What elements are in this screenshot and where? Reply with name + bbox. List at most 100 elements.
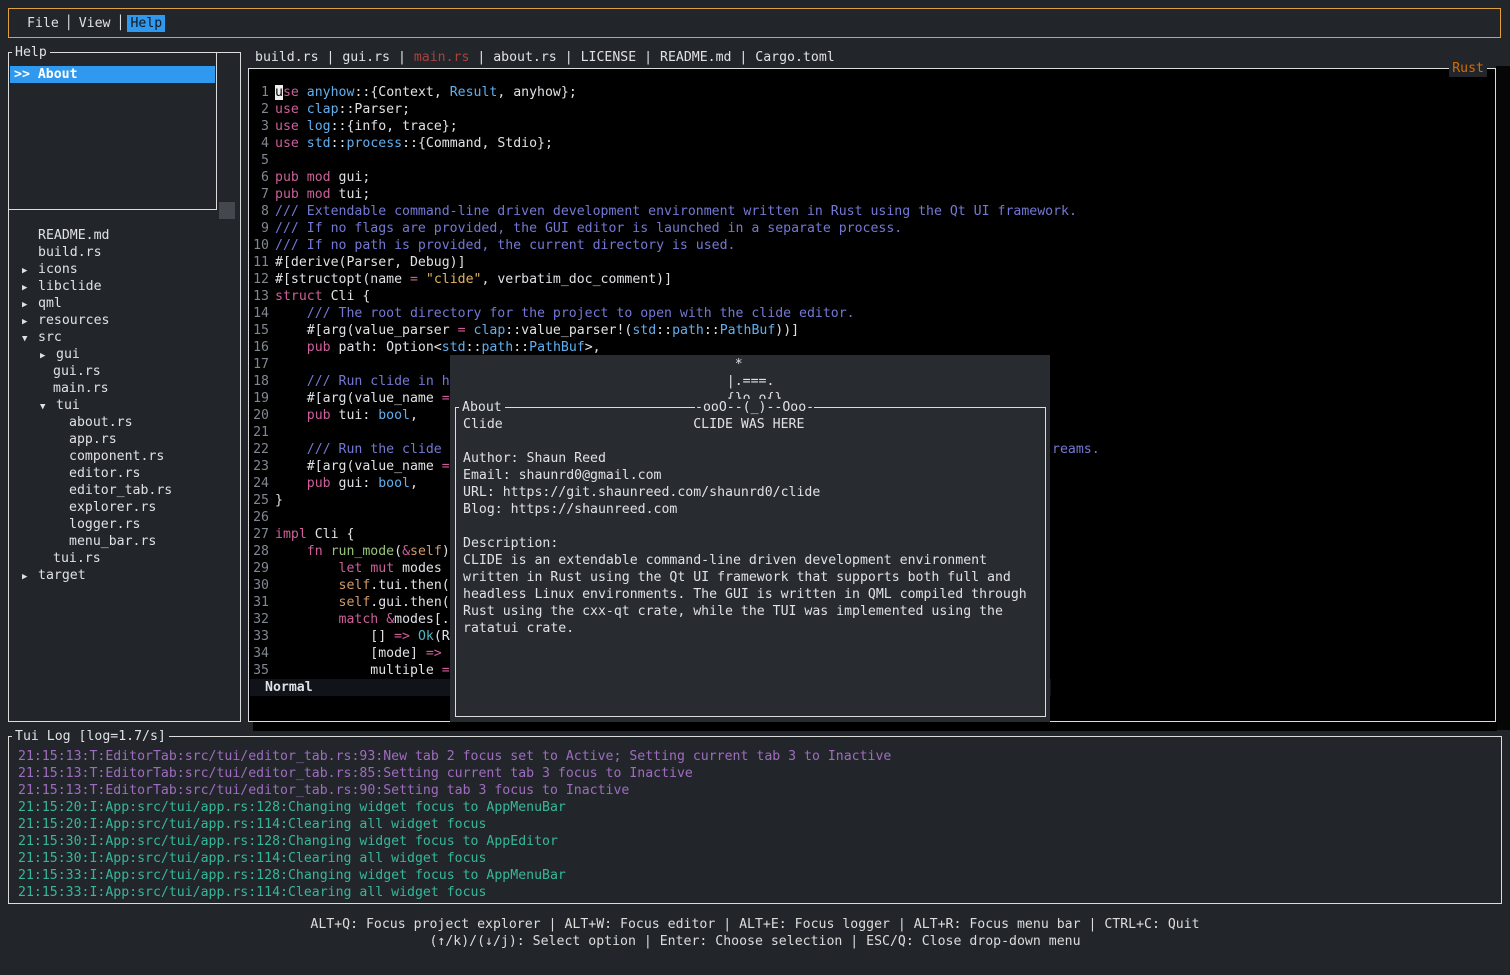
code-line-2[interactable]: 2use clap::Parser;: [249, 101, 1495, 118]
code-text: #[arg(value_parser = clap::value_parser!…: [275, 322, 799, 339]
code-line-5[interactable]: 5: [249, 152, 1495, 169]
line-number: 9: [249, 220, 269, 237]
explorer-item-editor_tab.rs[interactable]: editor_tab.rs: [10, 482, 239, 499]
line-number: 5: [249, 152, 269, 169]
code-line-10[interactable]: 10 /// If no path is provided, the curren…: [249, 237, 1495, 254]
menu-item-file[interactable]: File: [27, 15, 59, 32]
explorer-item-component.rs[interactable]: component.rs: [10, 448, 239, 465]
line-number: 4: [249, 135, 269, 152]
tab-LICENSE[interactable]: LICENSE: [581, 50, 637, 65]
explorer-item-editor.rs[interactable]: editor.rs: [10, 465, 239, 482]
explorer-item-label: build.rs: [38, 245, 102, 260]
code-text: /// Run the clide: [275, 441, 450, 458]
tui-log-panel: Tui Log [log=1.7/s] 21:15:13:T:EditorTab…: [8, 736, 1502, 904]
editor-right-gutter: [1496, 66, 1510, 730]
line-number: 20: [249, 407, 269, 424]
code-line-1[interactable]: 1 use anyhow::{Context, Result, anyhow};: [249, 84, 1495, 101]
explorer-item-logger.rs[interactable]: logger.rs: [10, 516, 239, 533]
code-text: #[derive(Parser, Debug)]: [275, 254, 466, 271]
explorer-item-src[interactable]: ▼src: [10, 329, 239, 346]
line-number: 32: [249, 611, 269, 628]
menu-item-help[interactable]: Help: [127, 15, 165, 32]
explorer-item-tui.rs[interactable]: tui.rs: [10, 550, 239, 567]
line-number: 28: [249, 543, 269, 560]
code-line-15[interactable]: 15 #[arg(value_parser = clap::value_pars…: [249, 322, 1495, 339]
tab-about.rs[interactable]: about.rs: [493, 50, 557, 65]
line-number: 10: [249, 237, 269, 254]
about-popup-row: Clide CLIDE WAS HERE: [463, 416, 1027, 433]
code-line-13[interactable]: 13struct Cli {: [249, 288, 1495, 305]
explorer-item-icons[interactable]: ▶icons: [10, 261, 239, 278]
code-line-7[interactable]: 7pub mod tui;: [249, 186, 1495, 203]
explorer-item-label: tui.rs: [53, 551, 101, 566]
explorer-tree: README.md build.rs▶icons▶libclide▶qml▶res…: [10, 227, 239, 584]
code-text: #[structopt(name = "clide", verbatim_doc…: [275, 271, 672, 288]
code-text: /// If no path is provided, the current …: [275, 237, 736, 254]
menu-item-view[interactable]: View: [79, 15, 111, 32]
explorer-item-build.rs[interactable]: build.rs: [10, 244, 239, 261]
code-line-3[interactable]: 3use log::{info, trace};: [249, 118, 1495, 135]
line-number: 24: [249, 475, 269, 492]
log-entry-info: 21:15:30:I:App:src/tui/app.rs:128:Changi…: [18, 833, 891, 850]
code-line-4[interactable]: 4use std::process::{Command, Stdio};: [249, 135, 1495, 152]
about-popup-content: Clide CLIDE WAS HERE Author: Shaun ReedE…: [463, 416, 1027, 637]
folder-expanded-icon: ▼: [40, 399, 56, 416]
line-number: 26: [249, 509, 269, 526]
line-number: 8: [249, 203, 269, 220]
explorer-item-label: gui: [56, 347, 80, 362]
explorer-item-label: editor_tab.rs: [69, 483, 172, 498]
line-number: 33: [249, 628, 269, 645]
explorer-item-gui.rs[interactable]: gui.rs: [10, 363, 239, 380]
explorer-item-label: src: [38, 330, 62, 345]
code-line-16[interactable]: 16 pub path: Option<std::path::PathBuf>,: [249, 339, 1495, 356]
about-popup-row: [463, 518, 1027, 535]
tab-main.rs[interactable]: main.rs: [414, 50, 470, 65]
explorer-item-target[interactable]: ▶target: [10, 567, 239, 584]
explorer-item-explorer.rs[interactable]: explorer.rs: [10, 499, 239, 516]
code-line-11[interactable]: 11#[derive(Parser, Debug)]: [249, 254, 1495, 271]
code-line-14[interactable]: 14 /// The root directory for the projec…: [249, 305, 1495, 322]
tab-gui.rs[interactable]: gui.rs: [342, 50, 390, 65]
about-ascii-art-border-row: -ooO--(_)--Ooo-: [695, 399, 814, 416]
line-number: 31: [249, 594, 269, 611]
log-entry-trace: 21:15:13:T:EditorTab:src/tui/editor_tab.…: [18, 748, 891, 765]
explorer-item-gui[interactable]: ▶gui: [10, 346, 239, 363]
explorer-item-app.rs[interactable]: app.rs: [10, 431, 239, 448]
explorer-item-tui[interactable]: ▼tui: [10, 397, 239, 414]
line-number: 17: [249, 356, 269, 373]
explorer-item-label: explorer.rs: [69, 500, 156, 515]
code-line-12[interactable]: 12 #[structopt(name = "clide", verbatim_d…: [249, 271, 1495, 288]
explorer-scrollbar-thumb[interactable]: [219, 202, 235, 219]
code-text: use anyhow::{Context, Result, anyhow};: [275, 84, 577, 101]
explorer-item-libclide[interactable]: ▶libclide: [10, 278, 239, 295]
tab-Cargo.toml[interactable]: Cargo.toml: [755, 50, 834, 65]
explorer-item-main.rs[interactable]: main.rs: [10, 380, 239, 397]
code-text: pub gui: bool,: [275, 475, 418, 492]
code-text: struct Cli {: [275, 288, 370, 305]
tui-log-title: Tui Log [log=1.7/s]: [12, 728, 169, 745]
explorer-item-README.md[interactable]: README.md: [10, 227, 239, 244]
explorer-item-resources[interactable]: ▶resources: [10, 312, 239, 329]
line-number: 29: [249, 560, 269, 577]
line-number: 1: [249, 84, 269, 101]
code-line-8[interactable]: 8 /// Extendable command-line driven deve…: [249, 203, 1495, 220]
line-number: 22: [249, 441, 269, 458]
explorer-item-qml[interactable]: ▶qml: [10, 295, 239, 312]
explorer-item-about.rs[interactable]: about.rs: [10, 414, 239, 431]
code-line-9[interactable]: 9/// If no flags are provided, the GUI e…: [249, 220, 1495, 237]
explorer-item-label: README.md: [38, 228, 109, 243]
tab-build.rs[interactable]: build.rs: [255, 50, 319, 65]
explorer-item-menu_bar.rs[interactable]: menu_bar.rs: [10, 533, 239, 550]
tab-README.md[interactable]: README.md: [660, 50, 731, 65]
tab-separator: |: [731, 50, 755, 65]
line-number: 12: [249, 271, 269, 288]
code-text: /// Extendable command-line driven devel…: [275, 203, 1077, 220]
log-entry-trace: 21:15:13:T:EditorTab:src/tui/editor_tab.…: [18, 782, 891, 799]
code-text: #[arg(value_name =: [275, 390, 450, 407]
about-popup-row: URL: https://git.shaunreed.com/shaunrd0/…: [463, 484, 1027, 501]
code-line-6[interactable]: 6pub mod gui;: [249, 169, 1495, 186]
log-entries: 21:15:13:T:EditorTab:src/tui/editor_tab.…: [18, 748, 891, 901]
help-dropdown-item-about[interactable]: >> About: [10, 66, 215, 83]
line-number: 2: [249, 101, 269, 118]
folder-collapsed-icon: ▶: [22, 569, 38, 586]
